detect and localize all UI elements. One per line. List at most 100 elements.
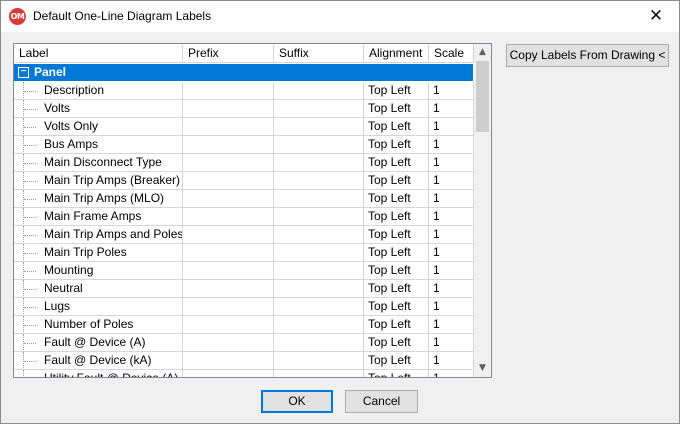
cell-suffix[interactable] <box>274 100 364 118</box>
cell-prefix[interactable] <box>183 190 274 208</box>
cell-suffix[interactable] <box>274 208 364 226</box>
cell-prefix[interactable] <box>183 136 274 154</box>
cell-alignment[interactable]: Top Left <box>364 136 429 154</box>
group-row-panel[interactable]: − Panel <box>14 64 473 81</box>
cell-scale[interactable]: 1 <box>429 190 474 208</box>
cell-suffix[interactable] <box>274 136 364 154</box>
cell-prefix[interactable] <box>183 154 274 172</box>
copy-labels-from-drawing-button[interactable]: Copy Labels From Drawing < <box>506 44 669 67</box>
cell-alignment[interactable]: Top Left <box>364 262 429 280</box>
cell-scale[interactable]: 1 <box>429 334 474 352</box>
table-row[interactable]: Fault @ Device (A) Top Left 1 <box>14 334 476 352</box>
cell-alignment[interactable]: Top Left <box>364 154 429 172</box>
cell-label[interactable]: Main Trip Poles <box>14 244 183 262</box>
cell-suffix[interactable] <box>274 298 364 316</box>
cell-alignment[interactable]: Top Left <box>364 190 429 208</box>
cell-label[interactable]: Mounting <box>14 262 183 280</box>
column-header-alignment[interactable]: Alignment <box>364 44 429 63</box>
cell-label[interactable]: Volts Only <box>14 118 183 136</box>
cell-suffix[interactable] <box>274 352 364 370</box>
cell-label[interactable]: Main Trip Amps and Poles <box>14 226 183 244</box>
table-row[interactable]: Main Trip Amps (Breaker) Top Left 1 <box>14 172 476 190</box>
cell-suffix[interactable] <box>274 82 364 100</box>
cell-prefix[interactable] <box>183 334 274 352</box>
cell-scale[interactable]: 1 <box>429 352 474 370</box>
cell-prefix[interactable] <box>183 316 274 334</box>
cell-alignment[interactable]: Top Left <box>364 334 429 352</box>
ok-button[interactable]: OK <box>261 390 333 413</box>
cell-prefix[interactable] <box>183 226 274 244</box>
cell-prefix[interactable] <box>183 82 274 100</box>
table-row[interactable]: Lugs Top Left 1 <box>14 298 476 316</box>
cell-alignment[interactable]: Top Left <box>364 208 429 226</box>
table-row[interactable]: Main Frame Amps Top Left 1 <box>14 208 476 226</box>
close-button[interactable]: ✕ <box>633 1 679 32</box>
table-row[interactable]: Main Trip Amps and Poles Top Left 1 <box>14 226 476 244</box>
table-row[interactable]: Description Top Left 1 <box>14 82 476 100</box>
vertical-scrollbar[interactable]: ▲ ▼ <box>474 44 491 377</box>
cell-label[interactable]: Utility Fault @ Device (A) <box>14 370 183 377</box>
cell-alignment[interactable]: Top Left <box>364 118 429 136</box>
cell-prefix[interactable] <box>183 118 274 136</box>
cell-prefix[interactable] <box>183 280 274 298</box>
cell-suffix[interactable] <box>274 154 364 172</box>
cell-scale[interactable]: 1 <box>429 262 474 280</box>
cell-prefix[interactable] <box>183 208 274 226</box>
cell-suffix[interactable] <box>274 280 364 298</box>
table-row[interactable]: Number of Poles Top Left 1 <box>14 316 476 334</box>
cell-label[interactable]: Volts <box>14 100 183 118</box>
cell-alignment[interactable]: Top Left <box>364 82 429 100</box>
cell-prefix[interactable] <box>183 352 274 370</box>
cell-prefix[interactable] <box>183 244 274 262</box>
cell-suffix[interactable] <box>274 118 364 136</box>
cell-label[interactable]: Neutral <box>14 280 183 298</box>
table-row[interactable]: Main Disconnect Type Top Left 1 <box>14 154 476 172</box>
cell-label[interactable]: Fault @ Device (kA) <box>14 352 183 370</box>
cell-label[interactable]: Fault @ Device (A) <box>14 334 183 352</box>
cell-scale[interactable]: 1 <box>429 136 474 154</box>
cell-suffix[interactable] <box>274 370 364 377</box>
cell-suffix[interactable] <box>274 334 364 352</box>
cell-scale[interactable]: 1 <box>429 244 474 262</box>
scroll-thumb[interactable] <box>476 61 489 132</box>
cell-label[interactable]: Lugs <box>14 298 183 316</box>
cell-alignment[interactable]: Top Left <box>364 370 429 377</box>
table-row[interactable]: Mounting Top Left 1 <box>14 262 476 280</box>
cell-label[interactable]: Main Trip Amps (Breaker) <box>14 172 183 190</box>
column-header-prefix[interactable]: Prefix <box>183 44 274 63</box>
cell-scale[interactable]: 1 <box>429 100 474 118</box>
cell-prefix[interactable] <box>183 298 274 316</box>
cell-scale[interactable]: 1 <box>429 208 474 226</box>
cell-alignment[interactable]: Top Left <box>364 316 429 334</box>
table-row[interactable]: Utility Fault @ Device (A) Top Left 1 <box>14 370 476 377</box>
column-header-suffix[interactable]: Suffix <box>274 44 364 63</box>
cell-suffix[interactable] <box>274 190 364 208</box>
cell-label[interactable]: Number of Poles <box>14 316 183 334</box>
table-row[interactable]: Volts Top Left 1 <box>14 100 476 118</box>
cell-alignment[interactable]: Top Left <box>364 244 429 262</box>
cancel-button[interactable]: Cancel <box>345 390 418 413</box>
cell-scale[interactable]: 1 <box>429 118 474 136</box>
cell-suffix[interactable] <box>274 316 364 334</box>
cell-scale[interactable]: 1 <box>429 316 474 334</box>
scroll-up-icon[interactable]: ▲ <box>474 44 491 61</box>
cell-suffix[interactable] <box>274 262 364 280</box>
table-row[interactable]: Main Trip Amps (MLO) Top Left 1 <box>14 190 476 208</box>
cell-alignment[interactable]: Top Left <box>364 172 429 190</box>
cell-suffix[interactable] <box>274 226 364 244</box>
table-row[interactable]: Bus Amps Top Left 1 <box>14 136 476 154</box>
collapse-icon[interactable]: − <box>18 67 29 78</box>
cell-alignment[interactable]: Top Left <box>364 100 429 118</box>
cell-prefix[interactable] <box>183 262 274 280</box>
cell-scale[interactable]: 1 <box>429 154 474 172</box>
cell-alignment[interactable]: Top Left <box>364 280 429 298</box>
cell-prefix[interactable] <box>183 100 274 118</box>
table-row[interactable]: Neutral Top Left 1 <box>14 280 476 298</box>
column-header-scale[interactable]: Scale <box>429 44 474 63</box>
cell-scale[interactable]: 1 <box>429 370 474 377</box>
cell-scale[interactable]: 1 <box>429 82 474 100</box>
cell-suffix[interactable] <box>274 172 364 190</box>
column-header-label[interactable]: Label <box>14 44 183 63</box>
cell-label[interactable]: Main Frame Amps <box>14 208 183 226</box>
cell-alignment[interactable]: Top Left <box>364 352 429 370</box>
